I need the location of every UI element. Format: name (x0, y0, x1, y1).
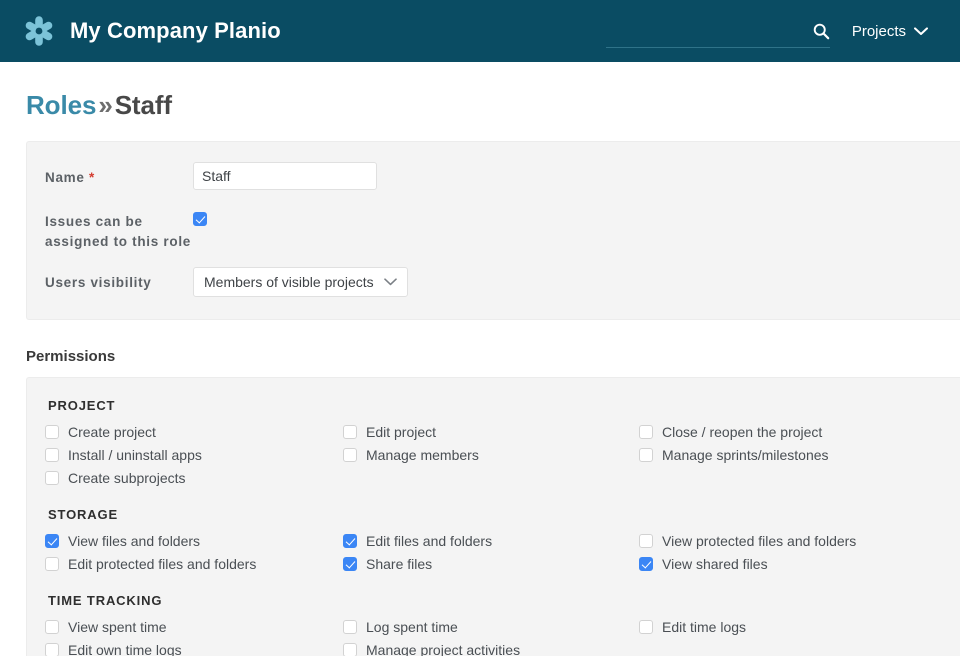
permission-item[interactable]: Edit time logs (639, 618, 960, 636)
permission-label: Edit own time logs (68, 641, 182, 656)
name-input[interactable] (193, 162, 377, 190)
permission-checkbox[interactable] (45, 643, 59, 656)
search-input[interactable] (606, 16, 830, 46)
users-visibility-value: Members of visible projects (204, 274, 374, 290)
permission-checkbox[interactable] (45, 557, 59, 571)
users-visibility-label: Users visibility (45, 267, 193, 293)
permission-checkbox[interactable] (343, 557, 357, 571)
brand-title: My Company Planio (70, 18, 281, 44)
permission-label: Edit protected files and folders (68, 555, 256, 573)
asterisk-flower-logo-icon (22, 14, 56, 48)
permission-item[interactable]: Log spent time (343, 618, 639, 636)
permission-item[interactable]: Edit own time logs (45, 641, 343, 656)
permission-group: PROJECT Create project Edit project Close /… (27, 398, 960, 487)
chevron-down-icon (384, 278, 397, 286)
permission-item[interactable]: Edit protected files and folders (45, 555, 343, 573)
permission-checkbox[interactable] (343, 534, 357, 548)
users-visibility-field-wrap: Members of visible projects (193, 267, 960, 297)
breadcrumb-separator: » (98, 90, 112, 120)
permission-item[interactable]: Create project (45, 423, 343, 441)
chevron-down-icon (914, 27, 928, 36)
permission-checkbox[interactable] (45, 620, 59, 634)
permission-grid: Create project Edit project Close / reopen… (45, 423, 960, 487)
permission-grid: View spent time Log spent time Edit time l… (45, 618, 960, 656)
permission-item[interactable]: Edit project (343, 423, 639, 441)
permission-label: Share files (366, 555, 432, 573)
assignable-label: Issues can be assigned to this role (45, 206, 193, 253)
permission-label: View files and folders (68, 532, 200, 550)
permission-group-title: STORAGE (48, 507, 960, 522)
permissions-panel: PROJECT Create project Edit project Close /… (26, 377, 960, 656)
permission-checkbox[interactable] (639, 448, 653, 462)
permission-checkbox[interactable] (639, 425, 653, 439)
permission-checkbox[interactable] (639, 534, 653, 548)
permission-item[interactable]: Manage project activities (343, 641, 639, 656)
header-right-group: Projects (606, 14, 938, 48)
permission-group-title: TIME TRACKING (48, 593, 960, 608)
permission-label: Create subprojects (68, 469, 186, 487)
permission-label: Edit files and folders (366, 532, 492, 550)
role-form-panel: Name * Issues can be assigned to this ro… (26, 141, 960, 320)
assignable-field-wrap (193, 206, 960, 231)
page-title: Staff (115, 90, 172, 120)
permission-label: View spent time (68, 618, 167, 636)
permission-checkbox[interactable] (45, 471, 59, 485)
permission-label: Manage project activities (366, 641, 520, 656)
permission-item[interactable]: View shared files (639, 555, 960, 573)
permission-label: View shared files (662, 555, 768, 573)
permission-label: Edit time logs (662, 618, 746, 636)
users-visibility-select[interactable]: Members of visible projects (193, 267, 408, 297)
permission-checkbox[interactable] (639, 620, 653, 634)
projects-menu-button[interactable]: Projects (846, 17, 938, 46)
breadcrumb: Roles»Staff (0, 62, 960, 121)
breadcrumb-roles-link[interactable]: Roles (26, 90, 96, 120)
permission-group: STORAGE View files and folders Edit files … (27, 507, 960, 573)
search-box[interactable] (606, 14, 830, 48)
app-header: My Company Planio Projects (0, 0, 960, 62)
permission-group-title: PROJECT (48, 398, 960, 413)
permission-checkbox[interactable] (45, 448, 59, 462)
page-body: Roles»Staff Name * Issues can be assigne… (0, 62, 960, 656)
form-row-name: Name * (27, 162, 960, 192)
permission-checkbox[interactable] (343, 425, 357, 439)
permission-item[interactable]: View protected files and folders (639, 532, 960, 550)
permission-item[interactable]: Edit files and folders (343, 532, 639, 550)
form-row-users-visibility: Users visibility Members of visible proj… (27, 267, 960, 297)
permission-item[interactable]: Close / reopen the project (639, 423, 960, 441)
permission-checkbox[interactable] (45, 534, 59, 548)
permission-group: TIME TRACKING View spent time Log spent ti… (27, 593, 960, 656)
permission-item[interactable]: Manage members (343, 446, 639, 464)
permission-label: Manage sprints/milestones (662, 446, 829, 464)
permission-checkbox[interactable] (343, 448, 357, 462)
permission-label: Edit project (366, 423, 436, 441)
permission-item[interactable]: Create subprojects (45, 469, 343, 487)
permission-grid: View files and folders Edit files and fol… (45, 532, 960, 573)
name-label-text: Name (45, 170, 85, 185)
permission-item[interactable]: Install / uninstall apps (45, 446, 343, 464)
permission-item[interactable]: View spent time (45, 618, 343, 636)
projects-menu-label: Projects (852, 23, 906, 40)
permission-label: Manage members (366, 446, 479, 464)
brand-home-link[interactable]: My Company Planio (22, 14, 281, 48)
form-row-assignable: Issues can be assigned to this role (27, 206, 960, 253)
permission-checkbox[interactable] (639, 557, 653, 571)
permission-label: Install / uninstall apps (68, 446, 202, 464)
permissions-heading: Permissions (0, 320, 960, 365)
permission-label: Close / reopen the project (662, 423, 822, 441)
permission-item[interactable]: Manage sprints/milestones (639, 446, 960, 464)
permission-checkbox[interactable] (45, 425, 59, 439)
permission-checkbox[interactable] (343, 620, 357, 634)
name-label: Name * (45, 162, 193, 188)
assignable-checkbox[interactable] (193, 212, 207, 226)
permission-label: Log spent time (366, 618, 458, 636)
required-asterisk: * (89, 170, 95, 185)
permission-label: Create project (68, 423, 156, 441)
permission-checkbox[interactable] (343, 643, 357, 656)
permission-label: View protected files and folders (662, 532, 856, 550)
permission-item[interactable]: View files and folders (45, 532, 343, 550)
name-field-wrap (193, 162, 960, 190)
permission-item[interactable]: Share files (343, 555, 639, 573)
